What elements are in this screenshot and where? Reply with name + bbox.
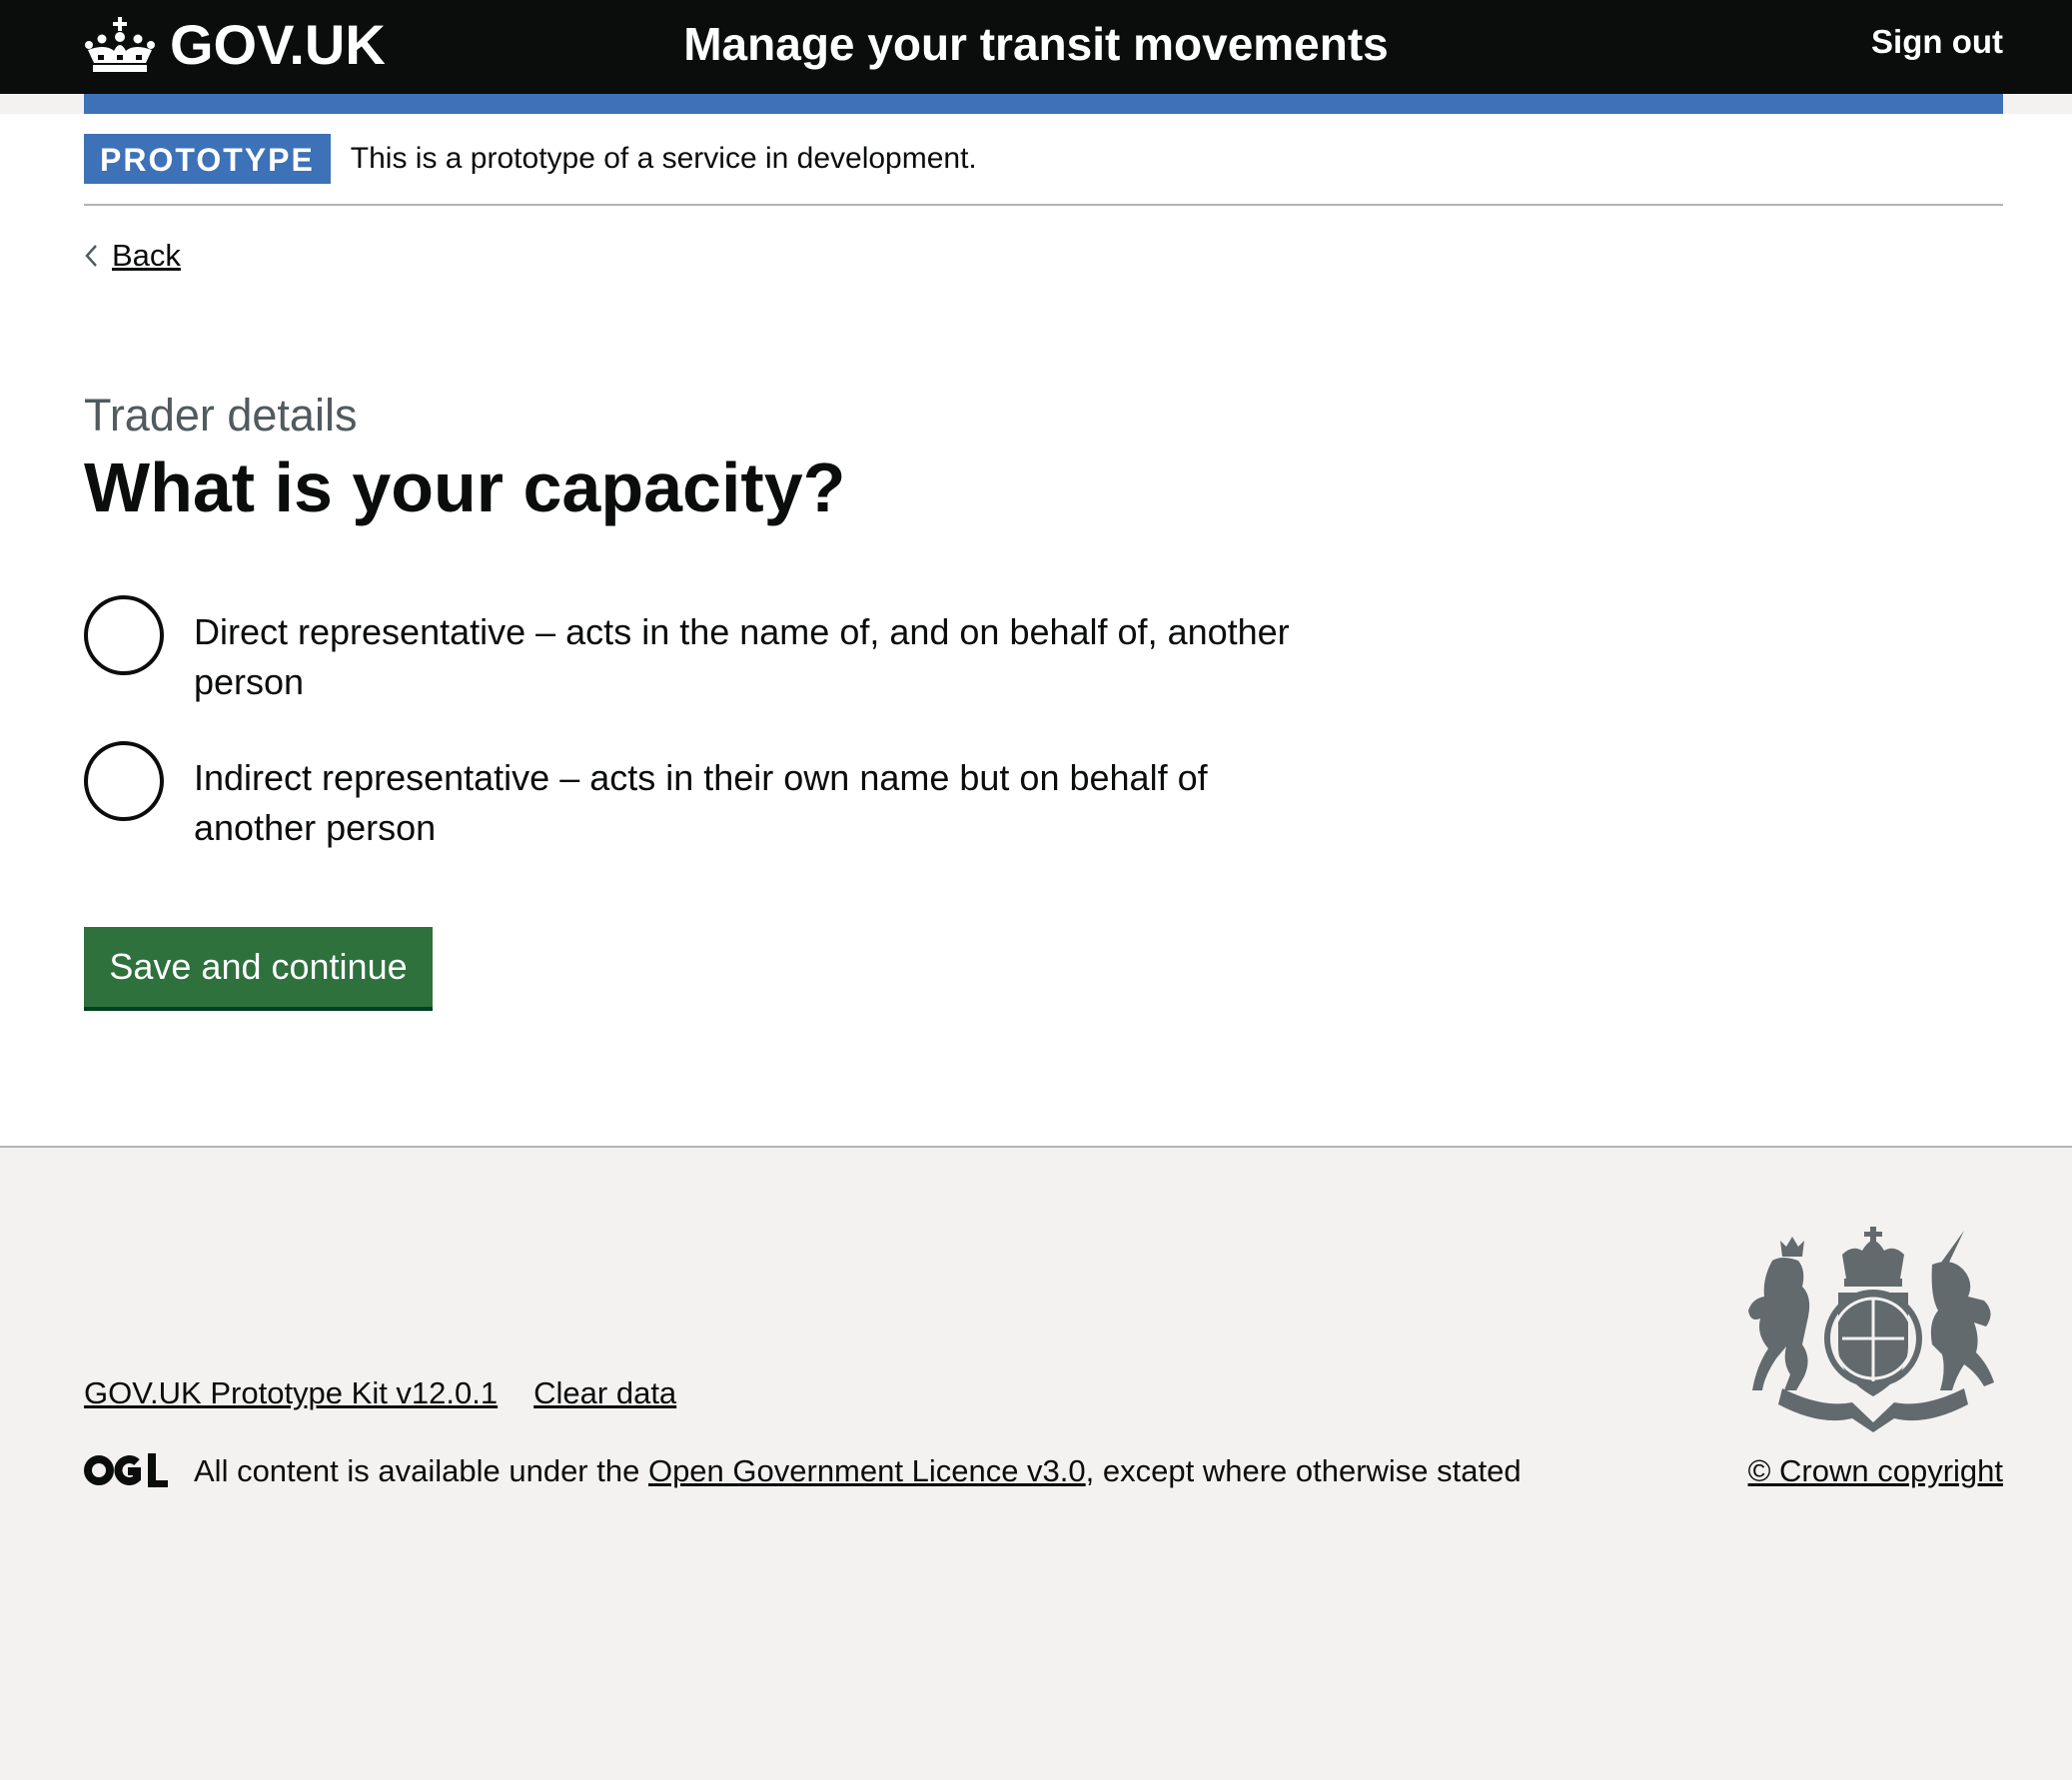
page: GOV.UK Manage your transit movements Sig… — [0, 0, 2072, 1780]
page-title: What is your capacity? — [84, 448, 846, 526]
govuk-logo-link[interactable]: GOV.UK — [84, 12, 386, 78]
royal-coat-of-arms-icon — [1748, 1227, 1994, 1432]
site-header: GOV.UK Manage your transit movements Sig… — [0, 0, 2072, 94]
crown-copyright-link[interactable]: © Crown copyright — [1748, 1450, 2003, 1492]
crown-icon — [85, 17, 155, 72]
clear-data-link[interactable]: Clear data — [533, 1372, 676, 1414]
page-caption: Trader details — [84, 390, 358, 441]
licence-prefix: All content is available under the — [194, 1453, 648, 1488]
footer-links: GOV.UK Prototype Kit v12.0.1 Clear data — [84, 1372, 712, 1414]
phase-tag: PROTOTYPE — [84, 134, 331, 184]
radio-option-indirect[interactable]: Indirect representative – acts in their … — [84, 741, 1363, 853]
prototype-kit-link[interactable]: GOV.UK Prototype Kit v12.0.1 — [84, 1372, 498, 1414]
header-blue-bar — [84, 94, 2003, 114]
radio-label-direct[interactable]: Direct representative – acts in the name… — [194, 595, 1333, 707]
footer-top-border — [0, 1146, 2072, 1148]
chevron-left-icon — [85, 245, 97, 267]
phase-banner: PROTOTYPE This is a prototype of a servi… — [84, 134, 2003, 206]
sign-out-link[interactable]: Sign out — [1871, 20, 2003, 64]
radio-button-direct[interactable] — [84, 595, 164, 675]
ogl-logo-icon — [84, 1453, 168, 1487]
back-link[interactable]: Back — [84, 236, 181, 276]
radio-option-direct[interactable]: Direct representative – acts in the name… — [84, 595, 1363, 707]
phase-banner-text: This is a prototype of a service in deve… — [350, 142, 977, 175]
back-link-label: Back — [112, 238, 181, 273]
licence-suffix: , except where otherwise stated — [1085, 1453, 1522, 1488]
save-and-continue-button[interactable]: Save and continue — [84, 927, 433, 1007]
radio-button-indirect[interactable] — [84, 741, 164, 821]
licence-text: All content is available under the Open … — [194, 1450, 1522, 1492]
radio-label-indirect[interactable]: Indirect representative – acts in their … — [194, 741, 1333, 853]
open-government-licence-link[interactable]: Open Government Licence v3.0 — [648, 1453, 1086, 1488]
service-name-link[interactable]: Manage your transit movements — [683, 18, 1389, 70]
logo-text: GOV.UK — [170, 13, 386, 76]
